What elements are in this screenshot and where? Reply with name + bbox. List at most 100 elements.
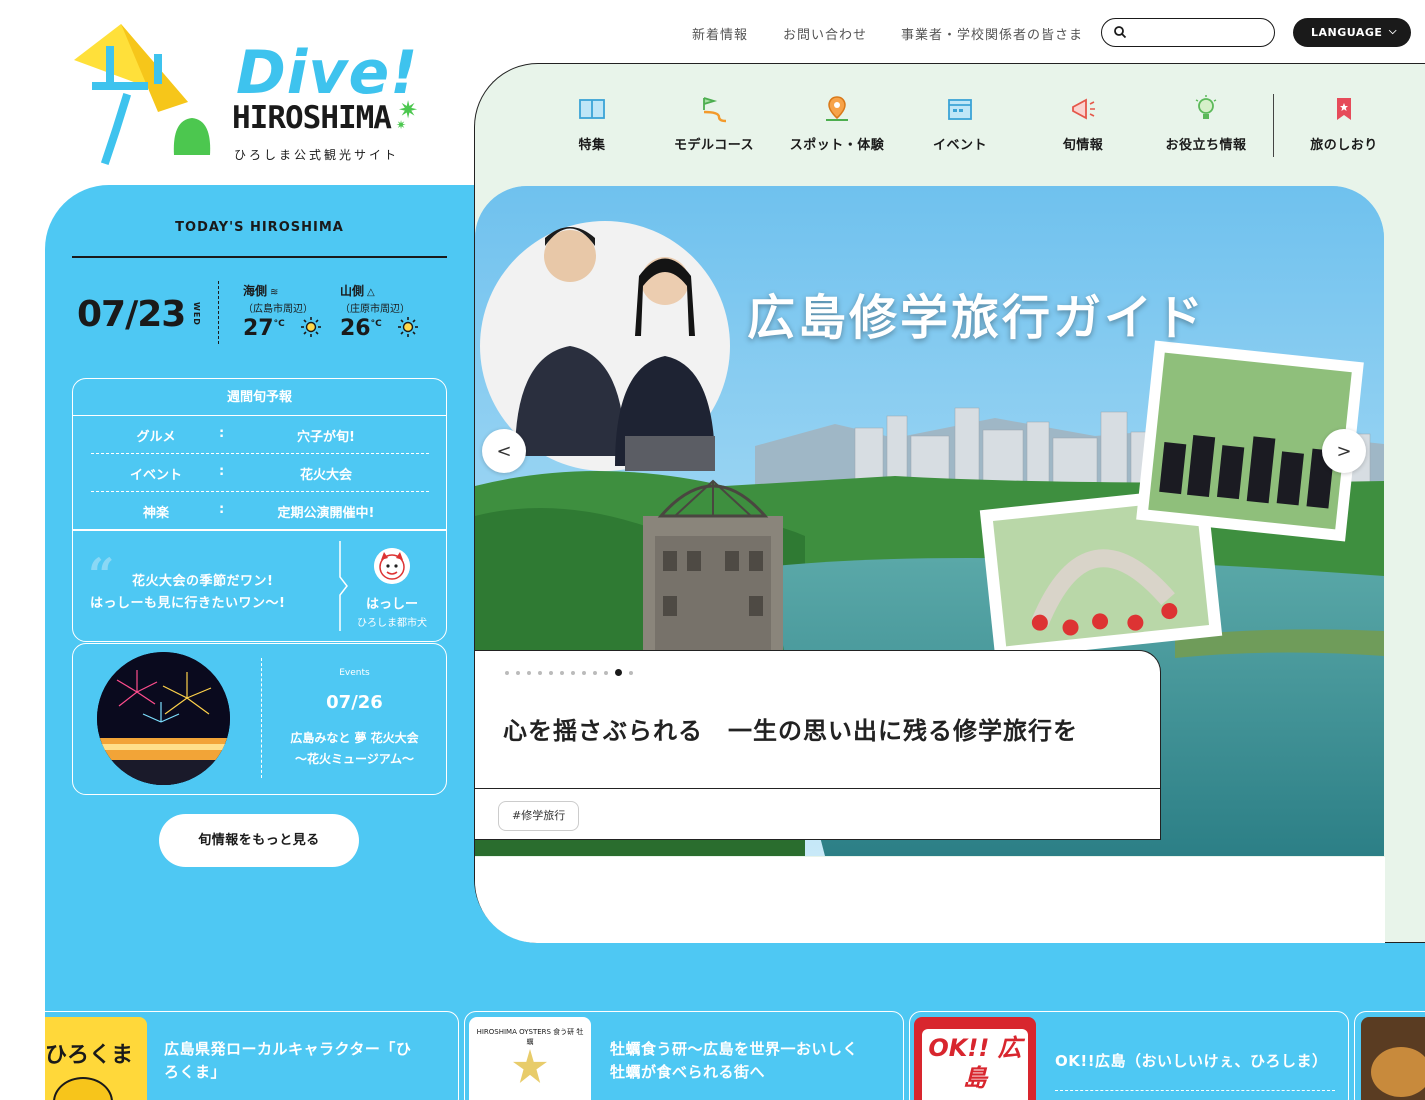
forecast-key: イベント [129, 468, 182, 483]
hero-title: 広島修学旅行ガイド [747, 290, 1207, 346]
card-divider [1055, 1090, 1335, 1091]
hero-prev-button[interactable]: < [482, 429, 526, 473]
slide-indicators[interactable] [505, 669, 633, 676]
bear-icon [53, 1077, 113, 1100]
logo-mark-icon [74, 24, 211, 166]
hero-next-button[interactable]: > [1322, 429, 1366, 473]
forecast-colon: : [219, 464, 225, 479]
weather-sea: 海側 ≋ （広島市周辺） 27°C [243, 282, 322, 341]
card-ok-hiroshima[interactable]: OK!! 広島 OK!!広島（おいしいけぇ、ひろしま） [909, 1011, 1349, 1100]
card-partial[interactable] [1354, 1011, 1425, 1100]
nav-item-travel-notes[interactable]: 旅のしおり [1285, 94, 1403, 153]
forecast-title: 週間旬予報 [73, 379, 446, 416]
forecast-value: 穴子が旬! [297, 430, 355, 445]
temp-unit: °C [273, 319, 285, 329]
top-link-contact[interactable]: お問い合わせ [783, 24, 867, 43]
route-flag-icon [703, 97, 727, 123]
today-title: TODAY'S HIROSHIMA [175, 220, 344, 235]
forecast-key: グルメ [136, 430, 176, 445]
event-name-line1[interactable]: 広島みなと 夢 花火大会 [262, 729, 447, 746]
more-seasonal-button[interactable]: 旬情報をもっと見る [159, 814, 359, 867]
slide-dot[interactable] [527, 670, 531, 675]
mountain-icon: △ [367, 287, 375, 298]
hirokuma-thumb-text: ひろくま [45, 1043, 134, 1068]
nav-item-model-course[interactable]: モデルコース [655, 94, 773, 153]
chevron-left-icon: < [496, 440, 512, 462]
chevron-right-icon: > [1336, 440, 1352, 462]
slide-dot[interactable] [516, 670, 520, 675]
logo-subtitle: ひろしま公式観光サイト [234, 148, 400, 162]
temp-unit: °C [370, 319, 382, 329]
event-name-line2[interactable]: 〜花火ミュージアム〜 [262, 750, 447, 767]
mascot-name: はっしー [365, 597, 418, 612]
card-hirokuma[interactable]: ひろくま 広島県発ローカルキャラクター「ひろくま」 [45, 1011, 459, 1100]
wave-icon: ≋ [270, 287, 279, 298]
mascot-role: ひろしま都市犬 [357, 618, 427, 629]
slide-dot[interactable] [629, 670, 633, 675]
card-text[interactable]: OK!!広島（おいしいけぇ、ひろしま） [1055, 1050, 1335, 1073]
book-icon [579, 99, 605, 119]
nav-item-events[interactable]: イベント [901, 94, 1019, 153]
star-icon [513, 1049, 547, 1083]
hero-tag[interactable]: #修学旅行 [498, 801, 580, 831]
nav-label: 特集 [578, 138, 606, 153]
forecast-row: グルメ : 穴子が旬! [91, 416, 429, 454]
sun-icon [398, 317, 419, 337]
search-box[interactable] [1101, 18, 1275, 47]
forecast-separator [73, 529, 446, 531]
hero-slider[interactable]: 広島修学旅行ガイド < > 心を揺さぶられる 一生の思い出に残る修学旅行を #修… [475, 186, 1384, 856]
nav-label: 旬情報 [1062, 138, 1104, 153]
weather-sea-name: 海側 [243, 284, 268, 298]
logo-dive-text: Dive! [236, 38, 419, 108]
food-thumbnail [1361, 1017, 1425, 1100]
quote-icon: “ [88, 548, 115, 602]
calendar-icon [948, 99, 972, 120]
language-label: LANGUAGE [1311, 26, 1383, 39]
slide-dot[interactable] [538, 670, 542, 675]
logo-hiroshima-text: HIROSHIMA [232, 100, 392, 136]
forecast-row: イベント : 花火大会 [91, 454, 429, 492]
nav-label: スポット・体験 [789, 138, 885, 153]
slide-dot[interactable] [604, 670, 608, 675]
forecast-value: 定期公演開催中! [277, 506, 375, 521]
slide-dot[interactable] [582, 670, 586, 675]
slide-dot[interactable] [560, 670, 564, 675]
weather-mountain-temp: 26 [340, 316, 371, 341]
slide-dot[interactable] [505, 670, 509, 675]
top-link-news[interactable]: 新着情報 [692, 24, 748, 43]
ok-hiroshima-thumbnail: OK!! 広島 [914, 1017, 1036, 1100]
hero-caption-card[interactable]: 心を揺さぶられる 一生の思い出に残る修学旅行を #修学旅行 [475, 650, 1161, 840]
forecast-colon: : [219, 426, 225, 441]
card-oyster[interactable]: HIROSHIMA OYSTERS 食う研 牡蠣 牡蠣食う研〜広島を世界一おいし… [464, 1011, 904, 1100]
today-weekday: WED [192, 302, 201, 326]
event-date: 07/26 [326, 692, 383, 713]
weather-mountain-name: 山側 [340, 284, 365, 298]
forecast-key: 神楽 [142, 506, 169, 521]
sun-icon [301, 317, 322, 337]
card-text[interactable]: 牡蠣食う研〜広島を世界一おいしく牡蠣が食べられる街へ [610, 1038, 870, 1084]
map-pin-icon [826, 96, 848, 121]
nav-item-useful-info[interactable]: お役立ち情報 [1147, 94, 1265, 153]
search-input[interactable] [1132, 23, 1266, 42]
language-button[interactable]: LANGUAGE ⌵ [1293, 18, 1411, 47]
weather-sea-area: （広島市周辺） [243, 304, 313, 315]
hirokuma-thumbnail: ひろくま [45, 1017, 147, 1100]
forecast-colon: : [219, 502, 225, 517]
top-link-business[interactable]: 事業者・学校関係者の皆さま [901, 24, 1083, 43]
weather-mountain-area: （庄原市周辺） [340, 304, 410, 315]
site-logo[interactable]: Dive! HIROSHIMA ひろしま公式観光サイト ✷ ✷ [66, 20, 436, 170]
weather-sea-temp: 27 [243, 316, 274, 341]
card-text[interactable]: 広島県発ローカルキャラクター「ひろくま」 [164, 1038, 424, 1084]
today-date: 07/23 [77, 294, 186, 335]
slide-dot[interactable] [549, 670, 553, 675]
slide-dot[interactable] [593, 670, 597, 675]
mascot-quote-line2: はっしーも見に行きたいワン〜! [90, 596, 286, 611]
hero-caption-text[interactable]: 心を揺さぶられる 一生の思い出に残る修学旅行を [503, 711, 1078, 746]
slide-dot[interactable] [615, 669, 622, 676]
slide-dot[interactable] [571, 670, 575, 675]
nav-item-seasonal[interactable]: 旬情報 [1024, 94, 1142, 153]
fireworks-image[interactable] [97, 652, 230, 785]
nav-item-features[interactable]: 特集 [533, 94, 651, 153]
nav-item-spots[interactable]: スポット・体験 [778, 94, 896, 153]
caption-divider [475, 788, 1161, 789]
